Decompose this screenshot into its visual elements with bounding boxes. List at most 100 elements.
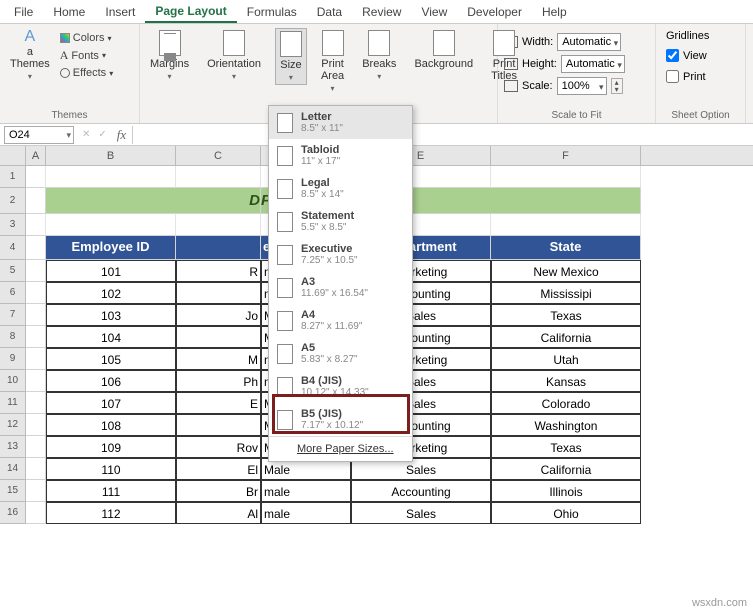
cell-state[interactable]: Texas [491,436,641,458]
cell-gender[interactable]: male [261,480,351,502]
tab-data[interactable]: Data [307,2,352,22]
size-option-b4-jis-[interactable]: B4 (JIS)10.12" x 14.33" [269,370,412,403]
col-header[interactable]: F [491,146,641,165]
row-header[interactable]: 7 [0,304,26,326]
tab-home[interactable]: Home [43,2,95,22]
group-sheet-options: Gridlines View Print Sheet Option [656,24,746,123]
cell-id[interactable]: 101 [46,260,176,282]
size-option-a3[interactable]: A311.69" x 16.54" [269,271,412,304]
tab-review[interactable]: Review [352,2,411,22]
more-paper-sizes[interactable]: More Paper Sizes... [269,436,412,461]
cell-name[interactable]: E [176,392,261,414]
row-header[interactable]: 14 [0,458,26,480]
cell-state[interactable]: Texas [491,304,641,326]
size-option-b5-jis-[interactable]: B5 (JIS)7.17" x 10.12" [269,403,412,436]
row-header[interactable]: 13 [0,436,26,458]
row-header[interactable]: 15 [0,480,26,502]
size-option-executive[interactable]: Executive7.25" x 10.5" [269,238,412,271]
cell-id[interactable]: 105 [46,348,176,370]
size-option-letter[interactable]: Letter8.5" x 11" [269,106,412,139]
cell-id[interactable]: 112 [46,502,176,524]
cell-state[interactable]: New Mexico [491,260,641,282]
cell-id[interactable]: 111 [46,480,176,502]
fonts-button[interactable]: AFonts▾ [60,48,113,63]
formula-bar[interactable] [132,126,753,144]
tab-insert[interactable]: Insert [95,2,145,22]
themes-button[interactable]: Aa Themes ▾ [6,28,54,83]
cell-name[interactable] [176,282,261,304]
cell-id[interactable]: 107 [46,392,176,414]
tab-file[interactable]: File [4,2,43,22]
name-box[interactable]: O24 [4,126,74,144]
cell-state[interactable]: Mississipi [491,282,641,304]
row-header[interactable]: 12 [0,414,26,436]
tab-developer[interactable]: Developer [457,2,532,22]
row-header[interactable]: 10 [0,370,26,392]
cell-state[interactable]: California [491,326,641,348]
cell-state[interactable]: Kansas [491,370,641,392]
cell-name[interactable]: Rov [176,436,261,458]
size-option-tabloid[interactable]: Tabloid11" x 17" [269,139,412,172]
cell-state[interactable]: California [491,458,641,480]
cell-name[interactable]: M [176,348,261,370]
cell-name[interactable] [176,414,261,436]
row-header[interactable]: 16 [0,502,26,524]
size-option-statement[interactable]: Statement5.5" x 8.5" [269,205,412,238]
width-combo[interactable]: Automatic [557,33,621,51]
colors-button[interactable]: Colors▾ [60,32,113,44]
cell-name[interactable]: Jo [176,304,261,326]
row-header[interactable]: 8 [0,326,26,348]
cell-department[interactable]: Accounting [351,480,491,502]
height-combo[interactable]: Automatic [561,55,625,73]
breaks-button[interactable]: Breaks▾ [358,28,400,83]
cell-name[interactable] [176,326,261,348]
cell-id[interactable]: 110 [46,458,176,480]
cell-state[interactable]: Colorado [491,392,641,414]
cell-id[interactable]: 102 [46,282,176,304]
cell-name[interactable]: Al [176,502,261,524]
cell-state[interactable]: Illinois [491,480,641,502]
row-header[interactable]: 6 [0,282,26,304]
col-header[interactable]: C [176,146,261,165]
tab-formulas[interactable]: Formulas [237,2,307,22]
print-area-button[interactable]: Print Area▾ [317,28,348,95]
row-header[interactable]: 5 [0,260,26,282]
cell-name[interactable]: R [176,260,261,282]
cell-id[interactable]: 103 [46,304,176,326]
size-button[interactable]: Size▾ [275,28,307,85]
size-option-a4[interactable]: A48.27" x 11.69" [269,304,412,337]
col-header[interactable]: A [26,146,46,165]
fx-icon[interactable]: fx [117,127,126,143]
col-header[interactable]: B [46,146,176,165]
tab-page-layout[interactable]: Page Layout [145,1,236,23]
cell-department[interactable]: Sales [351,502,491,524]
cell-name[interactable]: El [176,458,261,480]
background-icon [433,30,455,56]
scale-combo[interactable]: 100% [557,77,607,95]
orientation-button[interactable]: Orientation▾ [203,28,265,83]
size-option-a5[interactable]: A55.83" x 8.27" [269,337,412,370]
tab-view[interactable]: View [411,2,457,22]
cell-id[interactable]: 104 [46,326,176,348]
tab-help[interactable]: Help [532,2,577,22]
cell-id[interactable]: 106 [46,370,176,392]
size-option-legal[interactable]: Legal8.5" x 14" [269,172,412,205]
gridlines-print-checkbox[interactable]: Print [666,69,706,84]
cell-name[interactable]: Br [176,480,261,502]
gridlines-view-checkbox[interactable]: View [666,48,707,63]
background-button[interactable]: Background [410,28,477,72]
margins-button[interactable]: Margins▾ [146,28,193,83]
row-header[interactable]: 11 [0,392,26,414]
cell-name[interactable]: Ph [176,370,261,392]
cell-state[interactable]: Washington [491,414,641,436]
effects-button[interactable]: Effects▾ [60,67,113,79]
cell-id[interactable]: 108 [46,414,176,436]
check-icon: ✓ [94,129,110,140]
cell-state[interactable]: Ohio [491,502,641,524]
scale-stepper[interactable]: ▴▾ [611,78,623,94]
cell-state[interactable]: Utah [491,348,641,370]
cell-gender[interactable]: male [261,502,351,524]
select-all-corner[interactable] [0,146,26,165]
row-header[interactable]: 9 [0,348,26,370]
cell-id[interactable]: 109 [46,436,176,458]
